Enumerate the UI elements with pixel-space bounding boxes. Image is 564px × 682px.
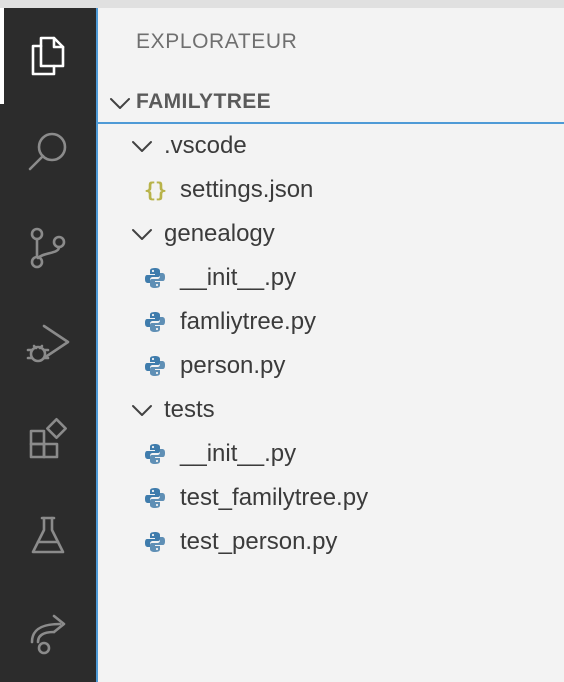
tree-item-label: settings.json (180, 176, 314, 203)
tree-folder-tests[interactable]: tests (98, 390, 564, 430)
python-file-icon (144, 487, 166, 514)
tree-file-test-person-py[interactable]: test_person.py (98, 522, 564, 562)
python-file-icon (144, 267, 166, 294)
section-focus-line (98, 122, 564, 124)
extensions-icon (29, 418, 67, 459)
chevron-down-icon (130, 222, 154, 251)
explorer-sidebar: EXPLORATEUR FAMILYTREE .vscode {} settin… (98, 8, 564, 682)
files-icon (31, 36, 65, 76)
source-control-icon (30, 227, 66, 269)
activity-search[interactable] (0, 104, 96, 200)
tree-item-label: famliytree.py (180, 308, 317, 335)
python-file-icon (144, 355, 166, 382)
tree-item-label: __init__.py (180, 440, 297, 467)
activity-source-control[interactable] (0, 200, 96, 296)
section-header-familytree[interactable]: FAMILYTREE (98, 86, 564, 120)
tree-item-label: person.py (180, 352, 286, 379)
tree-file-init-py[interactable]: __init__.py (98, 258, 564, 298)
chevron-down-icon (130, 398, 154, 427)
chevron-down-icon (108, 91, 132, 120)
activity-bar (0, 8, 96, 682)
tree-file-famliytree-py[interactable]: famliytree.py (98, 302, 564, 342)
tree-file-settings-json[interactable]: {} settings.json (98, 170, 564, 210)
tree-folder-genealogy[interactable]: genealogy (98, 214, 564, 254)
tree-item-label: tests (164, 396, 215, 423)
activity-remote[interactable] (0, 584, 96, 680)
tree-item-label: test_familytree.py (180, 484, 369, 511)
tree-item-label: test_person.py (180, 528, 338, 555)
tree-item-label: __init__.py (180, 264, 297, 291)
sidebar-title: EXPLORATEUR (136, 30, 298, 53)
section-label: FAMILYTREE (136, 90, 272, 113)
window-top-strip (0, 0, 564, 8)
testing-icon (31, 516, 65, 554)
search-icon (28, 132, 67, 171)
tree-folder-vscode[interactable]: .vscode (98, 126, 564, 166)
tree-item-label: .vscode (164, 132, 247, 159)
run-debug-icon (26, 324, 70, 363)
python-file-icon (144, 311, 166, 338)
json-file-icon: {} (144, 178, 167, 202)
tree-file-person-py[interactable]: person.py (98, 346, 564, 386)
chevron-down-icon (130, 134, 154, 163)
activity-run-debug[interactable] (0, 296, 96, 392)
activity-extensions[interactable] (0, 392, 96, 488)
python-file-icon (144, 443, 166, 470)
python-file-icon (144, 531, 166, 558)
tree-item-label: genealogy (164, 220, 275, 247)
tree-file-tests-init-py[interactable]: __init__.py (98, 434, 564, 474)
tree-file-test-familytree-py[interactable]: test_familytree.py (98, 478, 564, 518)
remote-share-icon (30, 614, 66, 655)
activity-testing[interactable] (0, 488, 96, 584)
activity-explorer[interactable] (0, 8, 96, 104)
